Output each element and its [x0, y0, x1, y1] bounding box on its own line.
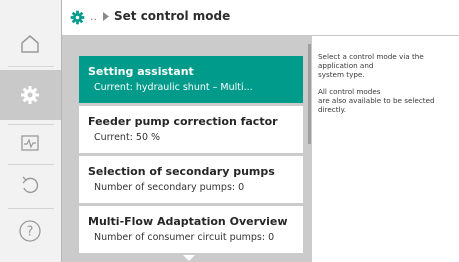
menu-item-label: Multi-Flow Adaptation Overview: [88, 215, 288, 228]
sidebar-item-settings[interactable]: [15, 80, 45, 110]
help-icon: ?: [19, 220, 41, 242]
gear-icon: [21, 86, 39, 104]
menu-item-setting-assistant[interactable]: Setting assistant Current: hydraulic shu…: [79, 56, 303, 103]
menu-item-subtitle: Current: hydraulic shunt – Multi...: [94, 82, 253, 93]
menu-item-subtitle: Number of consumer circuit pumps: 0: [94, 232, 275, 243]
sidebar-item-undo[interactable]: [15, 170, 45, 200]
breadcrumb-arrow-icon: [103, 12, 109, 21]
header: .. Set control mode: [62, 0, 459, 36]
menu-item-subtitle: Number of secondary pumps: 0: [94, 182, 245, 193]
sidebar-item-help[interactable]: ?: [15, 216, 45, 246]
menu-item-secondary-pumps[interactable]: Selection of secondary pumps Number of s…: [79, 156, 303, 203]
svg-text:?: ?: [27, 225, 34, 240]
menu-item-multi-flow-overview[interactable]: Multi-Flow Adaptation Overview Number of…: [79, 206, 303, 253]
breadcrumb-ellipsis[interactable]: ..: [90, 10, 97, 23]
diagnostics-icon: [21, 135, 39, 151]
help-text: All control modes are also available to …: [318, 87, 435, 114]
sidebar-item-home[interactable]: [15, 29, 45, 59]
menu-item-subtitle: Current: 50 %: [94, 132, 161, 143]
undo-icon: [22, 176, 39, 194]
menu-item-feeder-pump-correction[interactable]: Feeder pump correction factor Current: 5…: [79, 106, 303, 153]
help-text: Select a control mode via the applicatio…: [318, 52, 424, 79]
scrollbar[interactable]: [308, 44, 311, 144]
page-title: Set control mode: [114, 9, 231, 23]
help-panel: Select a control mode via the applicatio…: [318, 52, 453, 122]
sidebar-item-diagnostics[interactable]: [15, 128, 45, 158]
menu-item-label: Setting assistant: [88, 65, 194, 78]
chevron-down-icon[interactable]: [183, 255, 195, 261]
menu-list: Setting assistant Current: hydraulic shu…: [62, 36, 312, 262]
menu-item-label: Feeder pump correction factor: [88, 115, 278, 128]
home-icon: [21, 35, 39, 53]
menu-item-label: Selection of secondary pumps: [88, 165, 275, 178]
sidebar: ?: [0, 0, 62, 262]
gear-icon: [70, 10, 85, 25]
